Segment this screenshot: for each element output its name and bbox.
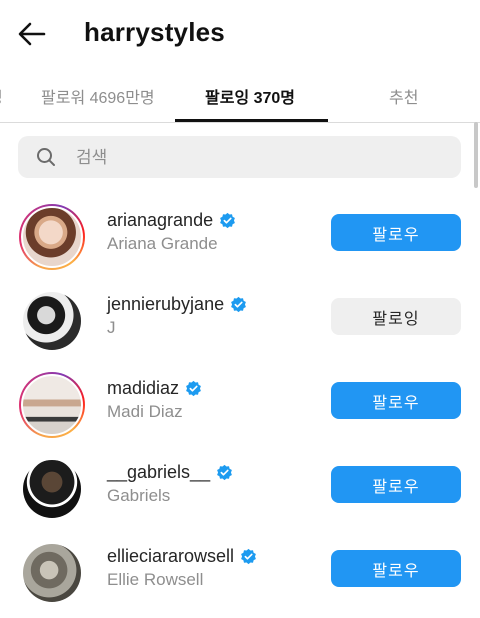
follow-button[interactable]: 팔로우 (331, 550, 461, 587)
verified-badge-icon (217, 464, 232, 480)
list-item[interactable]: arianagrande Ariana Grande 팔로우 (0, 198, 480, 282)
verified-badge-icon (220, 212, 235, 228)
account-full-name: Ellie Rowsell (107, 570, 204, 589)
account-full-name: J (107, 318, 116, 337)
story-ring[interactable] (19, 204, 85, 270)
account-full-name: Ariana Grande (107, 234, 218, 253)
follow-button[interactable]: 팔로우 (331, 382, 461, 419)
tab-suggested[interactable]: 추천 (389, 84, 418, 108)
list-item[interactable]: madidiaz Madi Diaz 팔로우 (0, 366, 480, 450)
tab-bar: 명 팔로워 4696만명 팔로잉 370명 추천 (0, 66, 480, 123)
profile-username-title: harrystyles (84, 17, 225, 47)
list-item[interactable]: jennierubyjane J 팔로잉 (0, 282, 480, 366)
follow-button[interactable]: 팔로우 (331, 214, 461, 251)
list-item[interactable]: ellieciararowsell Ellie Rowsell 팔로우 (0, 534, 480, 618)
follow-button[interactable]: 팔로우 (331, 466, 461, 503)
following-button[interactable]: 팔로잉 (331, 298, 461, 335)
avatar (21, 206, 83, 268)
account-username[interactable]: arianagrande (107, 209, 213, 231)
avatar (21, 374, 83, 436)
verified-badge-icon (241, 548, 256, 564)
account-username[interactable]: ellieciararowsell (107, 545, 234, 567)
tab-partial[interactable]: 명 (0, 84, 3, 108)
avatar (23, 544, 81, 602)
tab-following[interactable]: 팔로잉 370명 (205, 84, 295, 108)
avatar-container[interactable] (19, 456, 85, 522)
account-full-name: Madi Diaz (107, 402, 183, 421)
avatar-container[interactable] (19, 288, 85, 354)
search-input[interactable] (74, 136, 448, 180)
scrollbar[interactable] (474, 122, 478, 188)
account-username[interactable]: madidiaz (107, 377, 179, 399)
list-item[interactable]: __gabriels__ Gabriels 팔로우 (0, 450, 480, 534)
tab-followers[interactable]: 팔로워 4696만명 (41, 84, 155, 108)
account-username[interactable]: __gabriels__ (107, 461, 210, 483)
avatar (23, 292, 81, 350)
avatar-container[interactable] (19, 540, 85, 606)
verified-badge-icon (231, 296, 246, 312)
arrow-left-icon[interactable] (16, 18, 48, 50)
search-icon (37, 148, 55, 166)
top-bar: harrystyles (0, 0, 480, 66)
search-bar[interactable] (18, 136, 461, 180)
active-tab-indicator (175, 119, 328, 122)
verified-badge-icon (186, 380, 201, 396)
story-ring[interactable] (19, 372, 85, 438)
account-username[interactable]: jennierubyjane (107, 293, 224, 315)
account-full-name: Gabriels (107, 486, 171, 505)
avatar (23, 460, 81, 518)
